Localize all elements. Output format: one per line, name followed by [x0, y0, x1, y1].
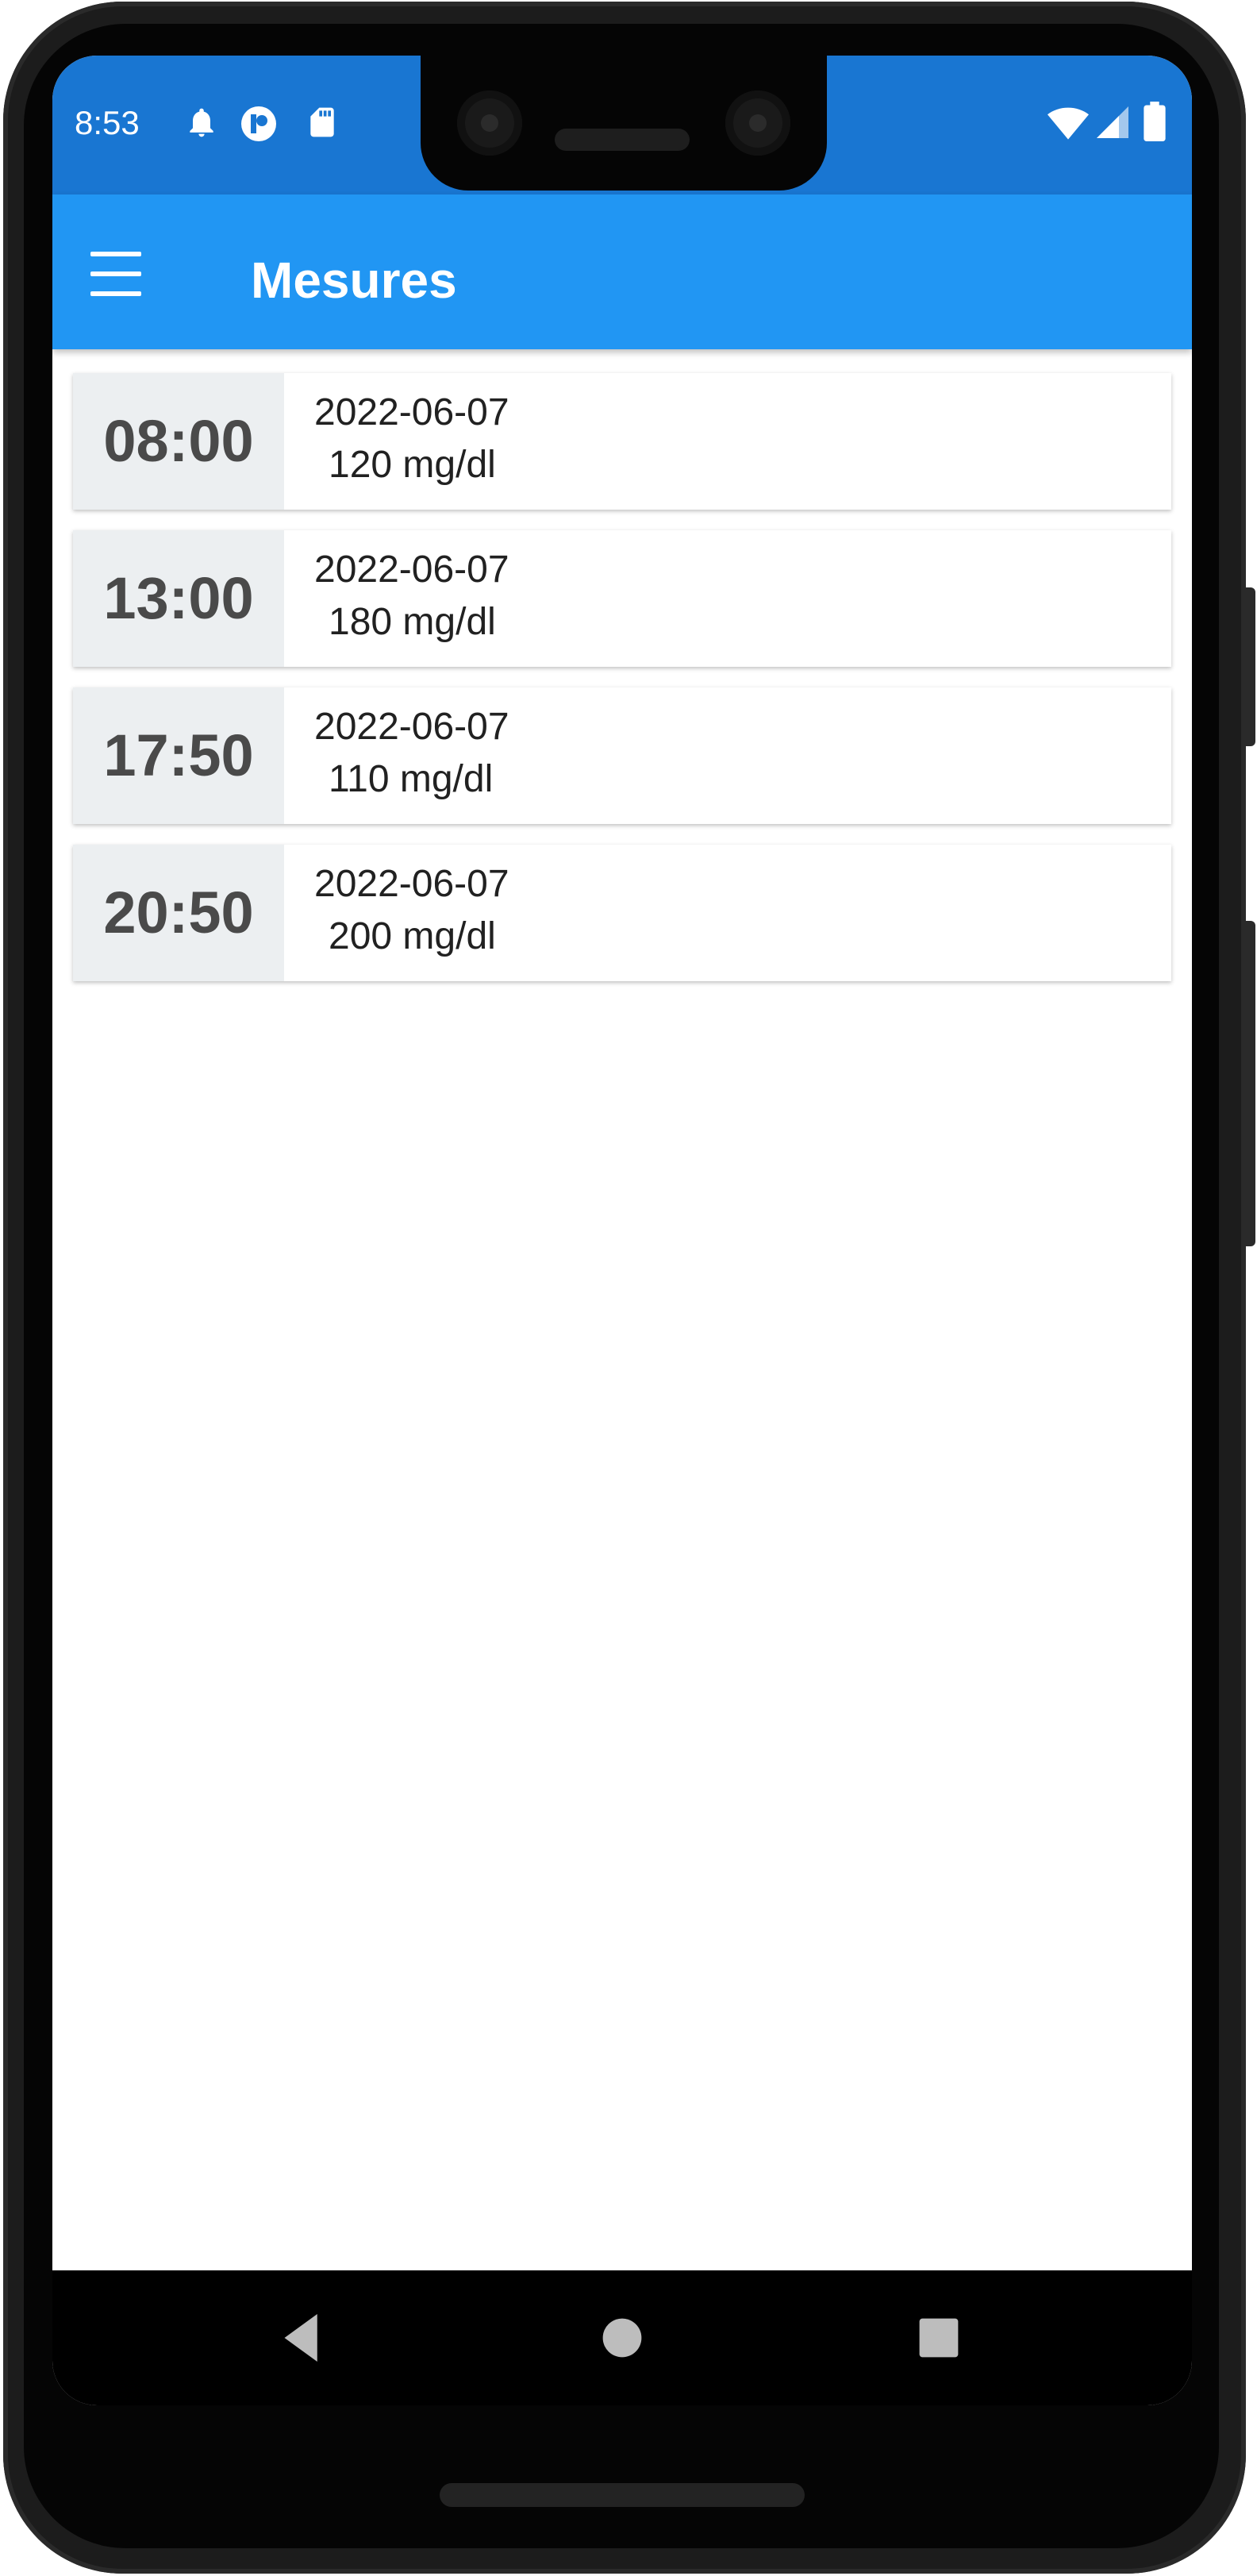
system-nav-bar [52, 2270, 1192, 2405]
measurement-list: 08:00 2022-06-07 120 mg/dl 13:00 2022-06… [73, 373, 1171, 1002]
sd-card-icon [305, 105, 340, 140]
measurement-date: 2022-06-07 [314, 863, 509, 905]
measurement-date: 2022-06-07 [314, 391, 509, 433]
measurement-card[interactable]: 17:50 2022-06-07 110 mg/dl [73, 687, 1171, 824]
bottom-speaker-grille [440, 2483, 805, 2507]
notification-app-icon [240, 105, 276, 141]
hamburger-menu-icon[interactable] [84, 242, 148, 306]
measurement-time: 13:00 [73, 530, 284, 667]
measurement-value: 180 mg/dl [329, 601, 496, 643]
screen: 8:53 Mesures 08:00 2022-06-07 120 mg/dl … [52, 56, 1192, 2405]
page-title: Mesures [251, 252, 457, 309]
measurement-value: 120 mg/dl [329, 444, 496, 486]
status-time: 8:53 [75, 104, 140, 141]
measurement-time: 08:00 [73, 373, 284, 510]
home-icon[interactable] [586, 2302, 658, 2374]
battery-icon [1143, 102, 1178, 141]
wifi-icon [1048, 103, 1089, 140]
front-camera-left [457, 90, 522, 156]
status-bar: 8:53 [52, 56, 1192, 194]
cell-signal-icon [1094, 103, 1128, 138]
device-frame: 8:53 Mesures 08:00 2022-06-07 120 mg/dl … [0, 0, 1257, 2576]
bell-icon [184, 105, 219, 140]
measurement-card[interactable]: 13:00 2022-06-07 180 mg/dl [73, 530, 1171, 667]
measurement-date: 2022-06-07 [314, 706, 509, 748]
recents-icon[interactable] [903, 2302, 974, 2374]
back-icon[interactable] [267, 2302, 338, 2374]
measurement-card[interactable]: 20:50 2022-06-07 200 mg/dl [73, 845, 1171, 981]
app-bar: Mesures [52, 194, 1192, 349]
front-camera-right [725, 90, 790, 156]
measurement-time: 17:50 [73, 687, 284, 824]
earpiece-speaker [555, 129, 690, 151]
volume-button [1246, 921, 1255, 1246]
measurement-date: 2022-06-07 [314, 549, 509, 591]
power-button [1246, 587, 1255, 746]
display-notch [421, 56, 827, 191]
measurement-value: 110 mg/dl [329, 758, 494, 800]
measurement-value: 200 mg/dl [329, 915, 496, 957]
measurement-time: 20:50 [73, 845, 284, 981]
measurement-card[interactable]: 08:00 2022-06-07 120 mg/dl [73, 373, 1171, 510]
